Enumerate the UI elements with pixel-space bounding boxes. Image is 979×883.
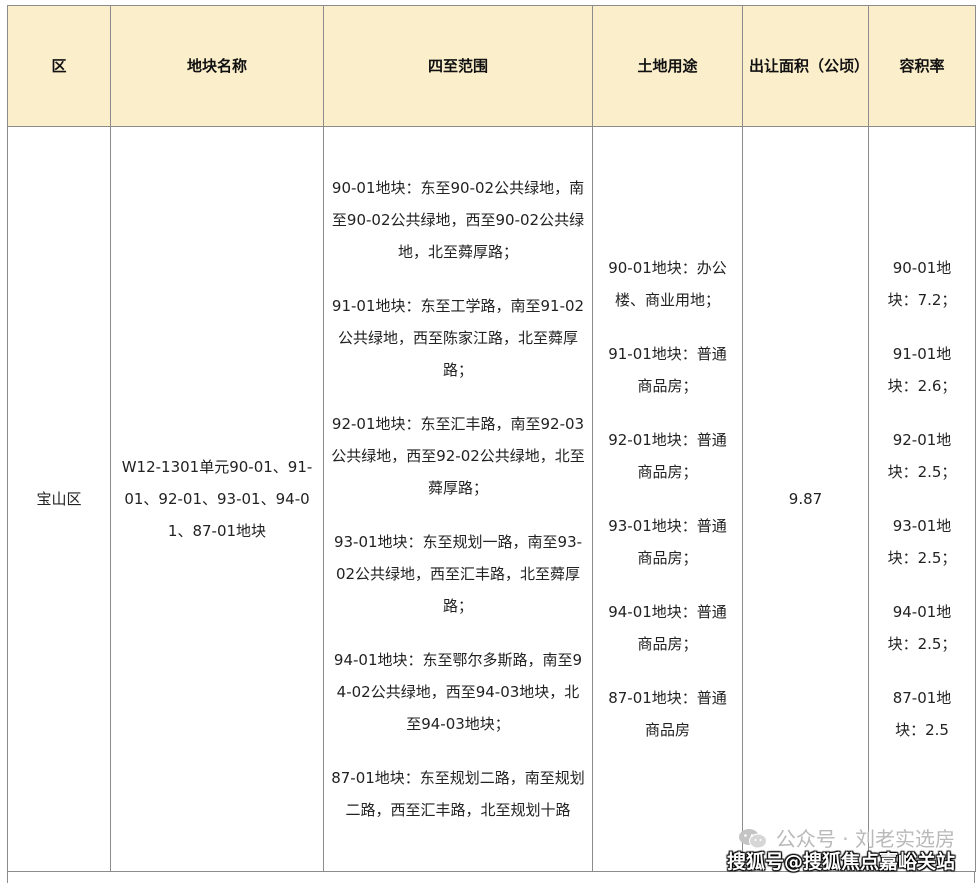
header-land-use: 土地用途 (592, 5, 743, 127)
far-item: 94-01地块：2.5； (887, 603, 957, 653)
far-list: 90-01地块：7.2； 91-01地块：2.6； 92-01地块：2.5； 9… (869, 252, 975, 746)
land-use-item: 91-01地块：普通商品房； (608, 345, 727, 395)
area-value: 9.87 (788, 490, 823, 508)
cell-district: 宝山区 (7, 126, 111, 872)
boundary-item: 93-01地块：东至规划一路，南至93-02公共绿地，西至汇丰路，北至蕣厚路； (333, 533, 583, 615)
table-next-row-edge (7, 871, 975, 883)
header-area-label: 出让面积（公顷） (749, 57, 870, 75)
land-parcel-table: 区 地块名称 四至范围 土地用途 出让面积（公顷） 容积率 宝山区 W12-13… (7, 5, 976, 872)
cell-land-use: 90-01地块：办公楼、商业用地； 91-01地块：普通商品房； 92-01地块… (592, 126, 743, 872)
header-district: 区 (7, 5, 111, 127)
land-use-list: 90-01地块：办公楼、商业用地； 91-01地块：普通商品房； 92-01地块… (593, 252, 742, 746)
parcel-name-value: W12-1301单元90-01、91-01、92-01、93-01、94-01、… (121, 458, 313, 540)
district-value: 宝山区 (36, 490, 82, 508)
land-use-item: 90-01地块：办公楼、商业用地； (608, 259, 727, 309)
cell-far: 90-01地块：7.2； 91-01地块：2.6； 92-01地块：2.5； 9… (868, 126, 976, 872)
boundary-item: 87-01地块：东至规划二路，南至规划二路，西至汇丰路，北至规划十路 (331, 769, 585, 819)
boundary-item: 91-01地块：东至工学路，南至91-02公共绿地，西至陈家江路，北至蕣厚路； (331, 297, 585, 379)
far-item: 90-01地块：7.2； (887, 259, 957, 309)
far-item: 91-01地块：2.6； (887, 345, 957, 395)
land-table-sheet: 区 地块名称 四至范围 土地用途 出让面积（公顷） 容积率 宝山区 W12-13… (7, 5, 976, 883)
cell-area: 9.87 (742, 126, 869, 872)
cell-parcel-name: W12-1301单元90-01、91-01、92-01、93-01、94-01、… (110, 126, 324, 872)
far-item: 93-01地块：2.5； (887, 517, 957, 567)
header-parcel-name: 地块名称 (110, 5, 324, 127)
land-use-item: 93-01地块：普通商品房； (608, 517, 727, 567)
header-far: 容积率 (868, 5, 976, 127)
boundary-item: 90-01地块：东至90-02公共绿地，南至90-02公共绿地，西至90-02公… (331, 179, 585, 261)
boundary-item: 94-01地块：东至鄂尔多斯路，南至94-02公共绿地，西至94-03地块，北至… (333, 651, 583, 733)
land-use-item: 94-01地块：普通商品房； (608, 603, 727, 653)
table-row: 宝山区 W12-1301单元90-01、91-01、92-01、93-01、94… (7, 126, 976, 872)
far-item: 87-01地块：2.5 (892, 689, 952, 739)
land-use-item: 87-01地块：普通商品房 (608, 689, 727, 739)
cell-boundaries: 90-01地块：东至90-02公共绿地，南至90-02公共绿地，西至90-02公… (323, 126, 593, 872)
land-use-item: 92-01地块：普通商品房； (608, 431, 727, 481)
header-boundaries: 四至范围 (323, 5, 593, 127)
boundaries-list: 90-01地块：东至90-02公共绿地，南至90-02公共绿地，西至90-02公… (324, 172, 592, 826)
header-area: 出让面积（公顷） (742, 5, 870, 127)
boundary-item: 92-01地块：东至汇丰路，南至92-03公共绿地，西至92-02公共绿地，北至… (331, 415, 585, 497)
table-header-row: 区 地块名称 四至范围 土地用途 出让面积（公顷） 容积率 (7, 5, 976, 127)
far-item: 92-01地块：2.5； (887, 431, 957, 481)
